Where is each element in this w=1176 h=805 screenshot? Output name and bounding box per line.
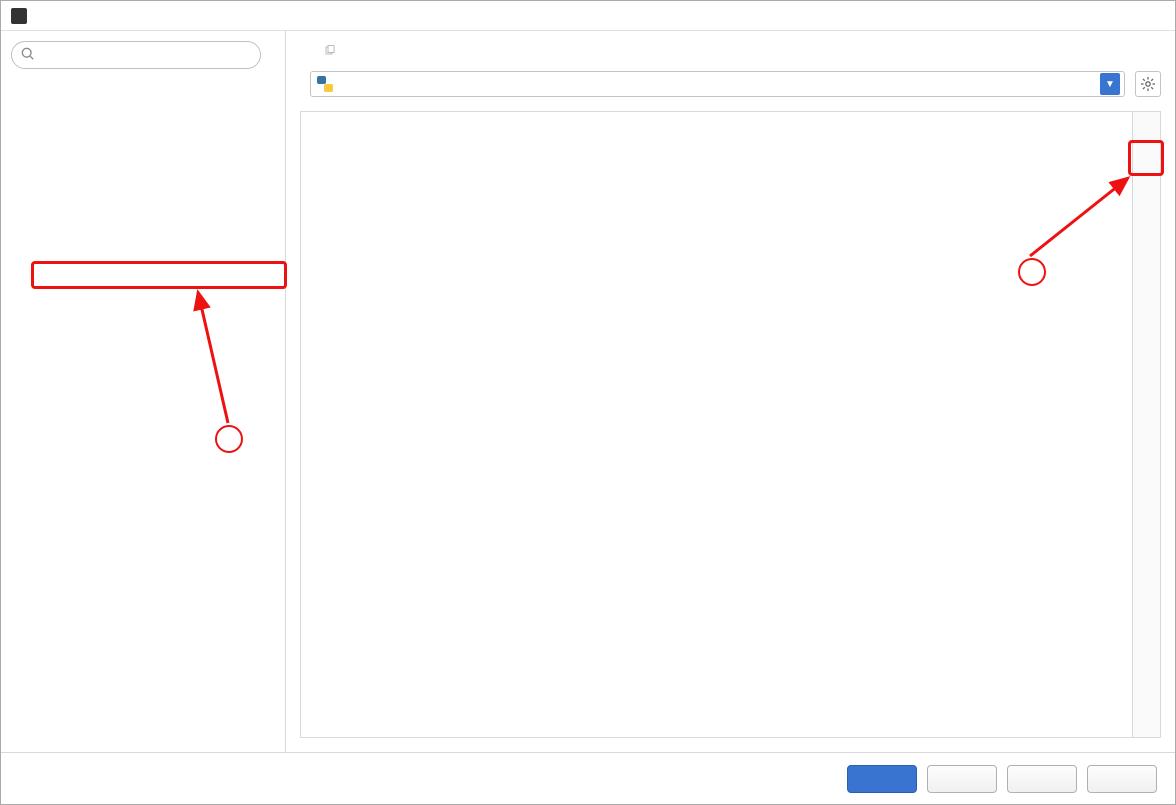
- sidebar: [1, 31, 286, 752]
- breadcrumb: [300, 45, 1175, 57]
- upgrade-package-button[interactable]: [1135, 169, 1159, 193]
- settings-tree: [11, 77, 277, 742]
- package-table-wrap: [300, 111, 1161, 738]
- settings-window: ▼: [0, 0, 1176, 805]
- package-actions: [1132, 112, 1160, 737]
- search-icon: [21, 47, 35, 64]
- remove-package-button[interactable]: [1135, 142, 1159, 166]
- cancel-button[interactable]: [927, 765, 997, 793]
- scope-badge: [324, 45, 340, 57]
- gear-icon[interactable]: [1135, 71, 1161, 97]
- copy-icon: [324, 45, 336, 57]
- chevron-down-icon[interactable]: ▼: [1100, 73, 1120, 95]
- ok-button[interactable]: [847, 765, 917, 793]
- interpreter-select[interactable]: ▼: [310, 71, 1125, 97]
- titlebar: [1, 1, 1175, 31]
- help-button[interactable]: [1087, 765, 1157, 793]
- apply-button[interactable]: [1007, 765, 1077, 793]
- add-package-button[interactable]: [1135, 115, 1159, 139]
- dialog-footer: [1, 752, 1175, 804]
- search-input[interactable]: [11, 41, 261, 69]
- python-icon: [317, 76, 333, 92]
- app-icon: [11, 8, 27, 24]
- main-panel: ▼: [286, 31, 1175, 752]
